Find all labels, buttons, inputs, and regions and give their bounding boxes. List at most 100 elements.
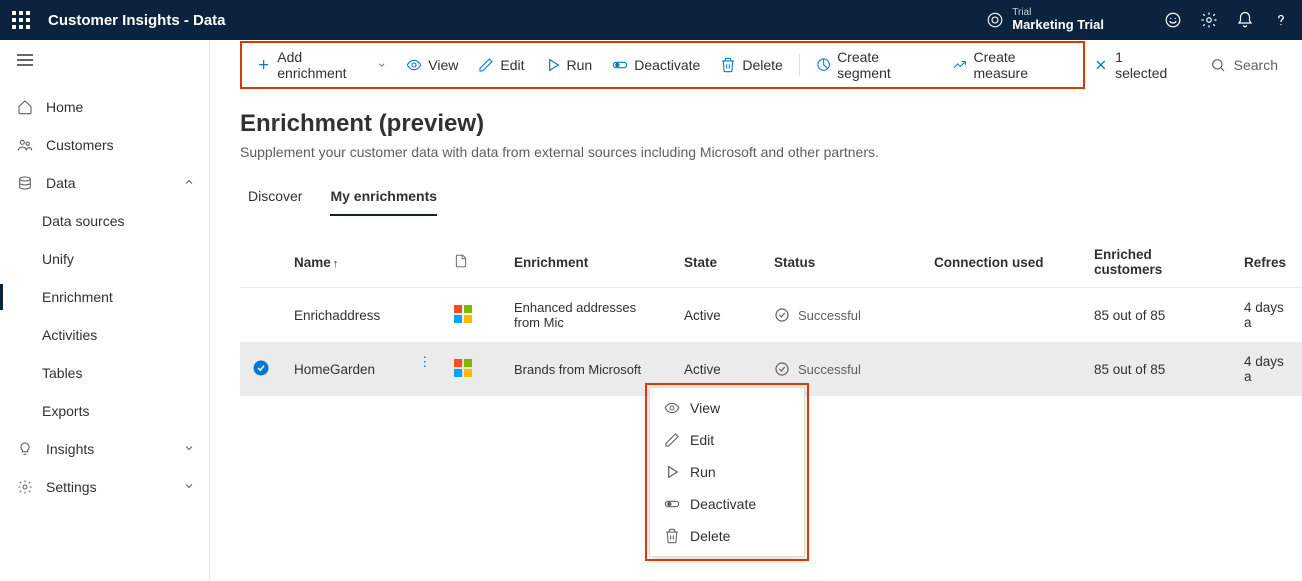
cell-enriched: 85 out of 85	[1082, 342, 1232, 396]
sidebar-item-data[interactable]: Data	[0, 164, 209, 202]
view-button[interactable]: View	[398, 53, 466, 77]
checkmark-circle-icon	[774, 307, 790, 323]
cell-connection	[922, 288, 1082, 343]
context-delete[interactable]: Delete	[650, 520, 804, 552]
button-label: Delete	[742, 57, 782, 73]
column-provider-icon[interactable]	[442, 237, 502, 288]
sidebar-item-activities[interactable]: Activities	[0, 316, 209, 354]
sidebar-item-label: Insights	[46, 441, 94, 457]
row-context-menu: View Edit Run Deactivate Delete	[649, 387, 805, 557]
sidebar-item-label: Tables	[42, 365, 82, 381]
home-icon	[16, 99, 34, 115]
deactivate-button[interactable]: Deactivate	[604, 53, 708, 77]
column-enrichment[interactable]: Enrichment	[502, 237, 672, 288]
enrichments-table: Name↑ Enrichment State Status Connection…	[240, 237, 1302, 396]
button-label: View	[428, 57, 458, 73]
search-icon	[1210, 57, 1226, 73]
column-status[interactable]: Status	[762, 237, 922, 288]
notifications-icon[interactable]	[1236, 11, 1254, 29]
app-launcher-icon[interactable]	[12, 11, 30, 29]
menu-label: Deactivate	[690, 496, 756, 512]
trash-icon	[664, 528, 680, 544]
sidebar-item-settings[interactable]: Settings	[0, 468, 209, 506]
column-enriched[interactable]: Enriched customers	[1082, 237, 1232, 288]
context-deactivate[interactable]: Deactivate	[650, 488, 804, 520]
button-label: Deactivate	[634, 57, 700, 73]
button-label: Run	[567, 57, 593, 73]
sidebar-item-tables[interactable]: Tables	[0, 354, 209, 392]
feedback-icon[interactable]	[1164, 11, 1182, 29]
menu-label: Edit	[690, 432, 714, 448]
column-state[interactable]: State	[672, 237, 762, 288]
page-title: Enrichment (preview)	[240, 110, 1272, 138]
context-view[interactable]: View	[650, 392, 804, 424]
trial-name: Marketing Trial	[1012, 18, 1104, 32]
context-edit[interactable]: Edit	[650, 424, 804, 456]
cell-enrichment: Brands from Microsoft	[502, 342, 672, 396]
search-box[interactable]: Search	[1202, 53, 1286, 77]
selected-count-label: 1 selected	[1115, 49, 1178, 81]
context-run[interactable]: Run	[650, 456, 804, 488]
sidebar-item-customers[interactable]: Customers	[0, 126, 209, 164]
plus-icon	[256, 57, 271, 73]
create-measure-button[interactable]: Create measure	[944, 45, 1077, 85]
sidebar-item-label: Exports	[42, 403, 89, 419]
play-icon	[545, 57, 561, 73]
customers-icon	[16, 137, 34, 153]
create-segment-button[interactable]: Create segment	[808, 45, 940, 85]
settings-icon[interactable]	[1200, 11, 1218, 29]
cell-refreshed: 4 days a	[1232, 342, 1302, 396]
cell-provider: ⋮	[442, 342, 502, 396]
run-button[interactable]: Run	[537, 53, 601, 77]
sidebar-item-home[interactable]: Home	[0, 88, 209, 126]
chevron-up-icon	[183, 175, 195, 191]
eye-icon	[406, 57, 422, 73]
sidebar-item-label: Unify	[42, 251, 74, 267]
sidebar-item-label: Data	[46, 175, 76, 191]
chevron-down-icon	[377, 60, 387, 70]
measure-icon	[952, 57, 967, 73]
column-refreshed[interactable]: Refres	[1232, 237, 1302, 288]
help-icon[interactable]	[1272, 11, 1290, 29]
tab-discover[interactable]: Discover	[248, 182, 302, 216]
tab-my-enrichments[interactable]: My enrichments	[330, 182, 437, 216]
app-header: Customer Insights - Data Trial Marketing…	[0, 0, 1302, 40]
row-checkbox[interactable]	[240, 288, 282, 343]
sidebar-item-insights[interactable]: Insights	[0, 430, 209, 468]
trial-icon	[986, 11, 1004, 29]
sidebar-item-label: Enrichment	[42, 289, 113, 305]
sidebar-item-label: Data sources	[42, 213, 124, 229]
pencil-icon	[664, 432, 680, 448]
sidebar-item-enrichment[interactable]: Enrichment	[0, 278, 209, 316]
checkmark-circle-icon	[774, 361, 790, 377]
sidebar-item-data-sources[interactable]: Data sources	[0, 202, 209, 240]
column-checkbox[interactable]	[240, 237, 282, 288]
column-connection[interactable]: Connection used	[922, 237, 1082, 288]
eye-icon	[664, 400, 680, 416]
delete-button[interactable]: Delete	[712, 53, 790, 77]
button-label: Create measure	[974, 49, 1070, 81]
pencil-icon	[478, 57, 494, 73]
main-content: Add enrichment View Edit Run Deac	[210, 40, 1302, 581]
play-icon	[664, 464, 680, 480]
add-enrichment-button[interactable]: Add enrichment	[248, 45, 394, 85]
row-checkbox[interactable]	[240, 342, 282, 396]
cell-state: Active	[672, 288, 762, 343]
sidebar-item-exports[interactable]: Exports	[0, 392, 209, 430]
sidebar-item-label: Activities	[42, 327, 97, 343]
sidebar-item-label: Home	[46, 99, 83, 115]
hamburger-button[interactable]	[0, 40, 209, 80]
row-more-button[interactable]: ⋮	[412, 352, 438, 372]
table-row[interactable]: Enrichaddress Enhanced addresses from Mi…	[240, 288, 1302, 343]
sort-ascending-icon: ↑	[333, 258, 339, 270]
trial-block[interactable]: Trial Marketing Trial	[986, 7, 1104, 32]
cell-provider	[442, 288, 502, 343]
sidebar-item-unify[interactable]: Unify	[0, 240, 209, 278]
menu-label: Delete	[690, 528, 730, 544]
sidebar-item-label: Customers	[46, 137, 114, 153]
sidebar: Home Customers Data Data sources Unify E…	[0, 40, 210, 581]
selected-count[interactable]: 1 selected	[1085, 45, 1185, 85]
edit-button[interactable]: Edit	[470, 53, 532, 77]
button-label: Add enrichment	[277, 49, 371, 81]
column-name[interactable]: Name↑	[282, 237, 442, 288]
